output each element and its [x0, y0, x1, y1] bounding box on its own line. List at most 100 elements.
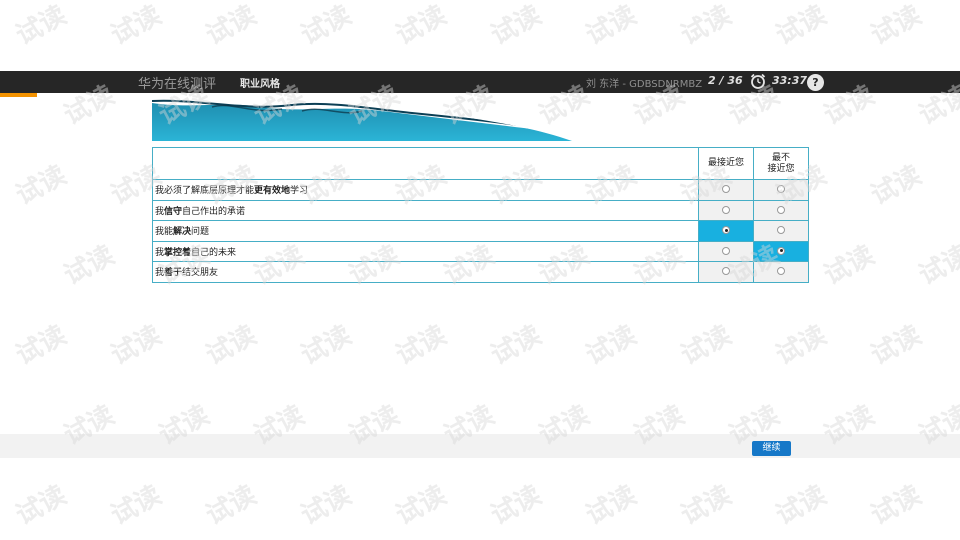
table-row: 我能解决问题 [152, 220, 809, 242]
radio-button[interactable] [722, 246, 730, 255]
watermark-mark: 试读 [201, 480, 261, 531]
statement-text: 我必须了解底层原理才能 [155, 186, 255, 197]
statement-text: 自己的未来 [191, 247, 237, 258]
watermark-mark: 试读 [391, 0, 451, 51]
watermark-mark: 试读 [866, 320, 926, 371]
watermark-mark: 试读 [581, 320, 641, 371]
table-row: 我必须了解底层原理才能更有效地学习 [152, 179, 809, 201]
statement-text: 学习 [290, 186, 309, 197]
continue-button[interactable]: 继续 [752, 441, 791, 456]
watermark-mark: 试读 [106, 0, 166, 51]
section-title: 职业风格 [240, 79, 280, 90]
most-like-me-option[interactable] [698, 220, 754, 242]
watermark-mark: 试读 [819, 240, 879, 291]
watermark-mark: 试读 [11, 0, 71, 51]
statement-cell: 我必须了解底层原理才能更有效地学习 [152, 179, 699, 201]
watermark-mark: 试读 [676, 320, 736, 371]
help-icon[interactable]: ? [807, 74, 824, 91]
table-row: 我信守自己作出的承诺 [152, 199, 809, 221]
watermark-mark: 试读 [11, 320, 71, 371]
statement-text: 结交朋友 [182, 268, 219, 279]
watermark-mark: 试读 [866, 480, 926, 531]
watermark-mark: 试读 [771, 0, 831, 51]
watermark-mark: 试读 [486, 320, 546, 371]
statement-cell: 我善于结交朋友 [152, 261, 699, 283]
watermark-mark: 试读 [106, 320, 166, 371]
water-wave-banner-image [152, 97, 612, 141]
watermark-mark: 试读 [11, 160, 71, 211]
watermark-mark: 试读 [676, 0, 736, 51]
table-header-row: 最接近您 最不 接近您 [152, 147, 809, 180]
least-like-me-header: 最不 接近您 [753, 147, 809, 180]
statement-text: 我 [155, 247, 165, 258]
page: 华为在线测评 职业风格 刘 东洋 - GDBSDNRMBZ 2 / 36 33:… [0, 0, 960, 540]
statement-emphasis: 更有效地 [254, 186, 291, 197]
watermark-mark: 试读 [296, 0, 356, 51]
watermark-mark: 试读 [771, 480, 831, 531]
watermark-mark: 试读 [771, 320, 831, 371]
radio-button[interactable] [777, 185, 785, 194]
radio-button[interactable] [777, 267, 785, 276]
statement-text: 我能 [155, 227, 174, 238]
statement-cell: 我掌控着自己的未来 [152, 240, 699, 262]
watermark-mark: 试读 [486, 0, 546, 51]
radio-button[interactable] [777, 226, 785, 235]
watermark-mark: 试读 [581, 0, 641, 51]
least-like-me-option[interactable] [753, 240, 809, 262]
watermark-mark: 试读 [391, 480, 451, 531]
statement-text: 我 [155, 268, 165, 279]
most-like-me-option[interactable] [698, 261, 754, 283]
statement-text: 问题 [191, 227, 210, 238]
table-row: 我掌控着自己的未来 [152, 240, 809, 262]
question-progress: 2 / 36 [708, 74, 743, 87]
most-like-me-option[interactable] [698, 199, 754, 221]
statement-emphasis: 解决 [173, 227, 192, 238]
watermark-mark: 试读 [296, 480, 356, 531]
radio-button[interactable] [722, 185, 730, 194]
watermark-mark: 试读 [581, 480, 641, 531]
least-like-me-option[interactable] [753, 199, 809, 221]
statement-text: 自己作出的承诺 [182, 206, 246, 217]
watermark-mark: 试读 [296, 320, 356, 371]
statement-text: 我 [155, 206, 165, 217]
radio-button[interactable] [777, 205, 785, 214]
least-header-line1: 最不 [771, 152, 790, 163]
watermark-mark: 试读 [914, 240, 960, 291]
radio-button[interactable] [722, 205, 730, 214]
statement-cell: 我信守自己作出的承诺 [152, 199, 699, 221]
statement-cell: 我能解决问题 [152, 220, 699, 242]
least-like-me-option[interactable] [753, 179, 809, 201]
radio-button[interactable] [777, 246, 785, 255]
watermark-mark: 试读 [676, 480, 736, 531]
statement-emphasis: 善于 [164, 268, 183, 279]
watermark-mark: 试读 [201, 0, 261, 51]
least-like-me-option[interactable] [753, 261, 809, 283]
least-like-me-option[interactable] [753, 220, 809, 242]
watermark-mark: 试读 [59, 240, 119, 291]
app-title: 华为在线测评 [138, 77, 217, 92]
statement-emphasis: 信守 [164, 206, 183, 217]
most-like-me-option[interactable] [698, 240, 754, 262]
alarm-clock-icon [750, 73, 766, 89]
watermark-mark: 试读 [866, 160, 926, 211]
watermark-mark: 试读 [866, 0, 926, 51]
watermark-mark: 试读 [391, 320, 451, 371]
most-like-me-option[interactable] [698, 179, 754, 201]
watermark-mark: 试读 [486, 480, 546, 531]
least-header-line2: 接近您 [767, 163, 795, 174]
progress-accent-strip [0, 93, 37, 97]
radio-button[interactable] [722, 267, 730, 276]
watermark-mark: 试读 [201, 320, 261, 371]
statement-column-header [152, 147, 699, 180]
watermark-mark: 试读 [106, 480, 166, 531]
user-info: 刘 东洋 - GDBSDNRMBZ [586, 79, 703, 90]
countdown-timer: 33:37 [772, 74, 808, 87]
radio-button[interactable] [722, 226, 730, 235]
most-like-me-header: 最接近您 [698, 147, 754, 180]
watermark-mark: 试读 [11, 480, 71, 531]
footer-bar [0, 434, 960, 458]
statement-emphasis: 掌控着 [164, 247, 192, 258]
top-header-bar: 华为在线测评 职业风格 刘 东洋 - GDBSDNRMBZ 2 / 36 33:… [0, 71, 960, 93]
table-row: 我善于结交朋友 [152, 261, 809, 283]
question-table: 最接近您 最不 接近您 我必须了解底层原理才能更有效地学习 我信守自己作出的承诺… [152, 147, 809, 283]
